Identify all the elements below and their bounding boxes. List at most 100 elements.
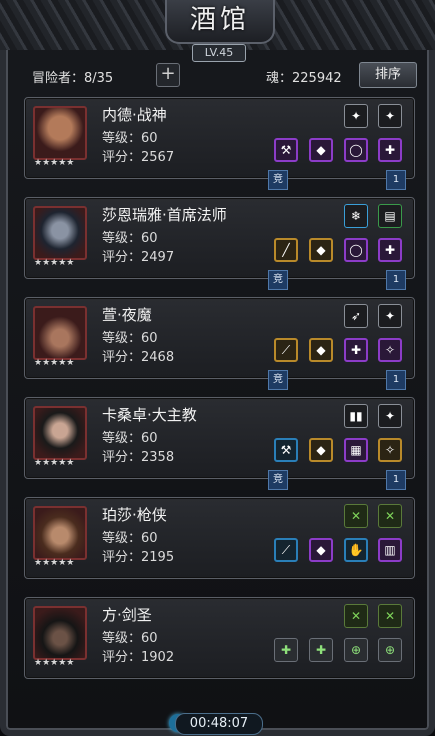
skill-slot[interactable]: ✕	[344, 504, 368, 528]
claw-icon: ✦	[350, 109, 362, 123]
skill-slot[interactable]: ✕	[378, 604, 402, 628]
chest-icon: ▦	[350, 443, 362, 457]
hero-score: 评分：1902	[102, 650, 175, 665]
hero-card[interactable]: ★★★★★ 方·剑圣 等级：60 评分：1902 ✕ ✕ ✚ ✚ ⊕ ⊕	[24, 597, 415, 679]
equip-slot[interactable]: ✧	[378, 338, 402, 362]
top-bar: 冒险者：8/35 + 魂：225942 排序	[8, 62, 427, 88]
equip-slot[interactable]: ◆	[309, 138, 333, 162]
hero-level: 等级：60	[102, 131, 158, 146]
hero-level: 等级：60	[102, 331, 158, 346]
star-rating: ★★★★★	[34, 558, 75, 568]
bracer-icon: ▥	[384, 543, 396, 557]
skill-slot[interactable]: ✕	[344, 604, 368, 628]
hero-score: 评分：2468	[102, 350, 175, 365]
amulet-icon: ✚	[384, 143, 396, 157]
blade-icon: ⟋	[281, 342, 291, 357]
staff-icon: ╱	[282, 243, 290, 257]
equip-slot[interactable]: ⚒	[274, 138, 298, 162]
skill-slot[interactable]: ▮▮	[344, 404, 368, 428]
skill-slot[interactable]: ✦	[378, 104, 402, 128]
equip-slot[interactable]: ▦	[344, 438, 368, 462]
hero-level: 等级：60	[102, 231, 158, 246]
hero-card[interactable]: ★★★★★ 珀莎·枪侠 等级：60 评分：2195 ✕ ✕ ⟋ ◆ ✋ ▥	[24, 497, 415, 579]
equip-slot[interactable]: ◆	[309, 238, 333, 262]
armor-icon: ◆	[316, 543, 326, 557]
rank-tab[interactable]: 1	[386, 270, 406, 290]
skill-slot[interactable]: ▤	[378, 204, 402, 228]
star-rating: ★★★★★	[34, 458, 75, 468]
skill-slot[interactable]: ➶	[344, 304, 368, 328]
soul-count: 魂：225942	[266, 71, 342, 86]
sort-button[interactable]: 排序	[359, 62, 417, 88]
arena-tab[interactable]: 竞	[268, 470, 288, 490]
equip-slot[interactable]: ◆	[309, 338, 333, 362]
equip-slot[interactable]: ▥	[378, 538, 402, 562]
hero-score: 评分：2567	[102, 150, 175, 165]
arena-tab[interactable]: 竞	[268, 170, 288, 190]
amulet-icon: ✚	[350, 343, 362, 357]
rank-tab[interactable]: 1	[386, 170, 406, 190]
cross-swords-icon: ✕	[350, 509, 362, 523]
equip-slot[interactable]: ◯	[344, 138, 368, 162]
skill-slot[interactable]: ✦	[344, 104, 368, 128]
equip-slot[interactable]: ⟋	[274, 338, 298, 362]
skill-slot[interactable]: ✦	[378, 404, 402, 428]
equip-slot[interactable]: ⟋	[274, 538, 298, 562]
charm-icon: ✧	[384, 343, 396, 357]
hero-name: 珀莎·枪侠	[102, 506, 167, 524]
equip-slot-empty[interactable]: ✚	[309, 638, 333, 662]
hero-portrait	[33, 106, 87, 160]
ring-icon: ◯	[349, 243, 363, 257]
hero-card[interactable]: ★★★★★ 卡桑卓·大主教 等级：60 评分：2358 ▮▮ ✦ ⚒ ◆ ▦ ✧	[24, 397, 415, 479]
rank-tab[interactable]: 1	[386, 370, 406, 390]
page-title: 酒馆	[189, 5, 250, 35]
hero-level: 等级：60	[102, 631, 158, 646]
equip-slot-empty[interactable]: ⊕	[344, 638, 368, 662]
player-level-badge: LV.45	[192, 44, 246, 62]
equip-slot[interactable]: ✚	[378, 138, 402, 162]
hero-score: 评分：2195	[102, 550, 175, 565]
sword-icon: ✚	[280, 643, 292, 657]
equip-slot[interactable]: ✚	[378, 238, 402, 262]
hero-card[interactable]: ★★★★★ 内德·战神 等级：60 评分：2567 ✦ ✦ ⚒ ◆ ◯ ✚	[24, 97, 415, 179]
arena-tab[interactable]: 竞	[268, 370, 288, 390]
equip-slot-empty[interactable]: ⊕	[378, 638, 402, 662]
feather-icon: ➶	[350, 309, 362, 323]
arena-tab[interactable]: 竞	[268, 270, 288, 290]
hero-name: 莎恩瑞雅·首席法师	[102, 206, 227, 224]
equip-slot[interactable]: ✋	[344, 538, 368, 562]
claw-icon: ✦	[384, 309, 396, 323]
hero-portrait	[33, 306, 87, 360]
equip-slot[interactable]: ⚒	[274, 438, 298, 462]
plus-icon: +	[160, 63, 176, 84]
hero-card[interactable]: ★★★★★ 莎恩瑞雅·首席法师 等级：60 评分：2497 ❄ ▤ ╱ ◆ ◯ …	[24, 197, 415, 279]
skill-slot[interactable]: ✕	[378, 504, 402, 528]
star-rating: ★★★★★	[34, 658, 75, 668]
equip-slot[interactable]: ◆	[309, 538, 333, 562]
add-adventurer-button[interactable]: +	[156, 63, 180, 87]
armor-icon: ◆	[316, 343, 326, 357]
equip-slot[interactable]: ╱	[274, 238, 298, 262]
hero-level: 等级：60	[102, 531, 158, 546]
hero-card[interactable]: ★★★★★ 萱·夜魔 等级：60 评分：2468 ➶ ✦ ⟋ ◆ ✚ ✧	[24, 297, 415, 379]
axe-icon: ⚒	[280, 143, 292, 157]
hero-name: 方·剑圣	[102, 606, 152, 624]
gun-icon: ⟋	[281, 542, 291, 557]
adventurer-count: 冒险者：8/35	[32, 71, 114, 86]
ring-icon: ◯	[349, 143, 363, 157]
hero-portrait	[33, 606, 87, 660]
skill-slot[interactable]: ❄	[344, 204, 368, 228]
equip-slot[interactable]: ✚	[344, 338, 368, 362]
ice-icon: ❄	[350, 209, 362, 223]
skill-slot[interactable]: ✦	[378, 304, 402, 328]
hero-name: 内德·战神	[102, 106, 167, 124]
glove-icon: ✋	[348, 543, 364, 557]
equip-slot-empty[interactable]: ✚	[274, 638, 298, 662]
equip-slot[interactable]: ✧	[378, 438, 402, 462]
equip-slot[interactable]: ◆	[309, 438, 333, 462]
charm-icon: ✧	[384, 443, 396, 457]
equip-slot[interactable]: ◯	[344, 238, 368, 262]
rank-tab[interactable]: 1	[386, 470, 406, 490]
cross-swords-icon: ✕	[350, 609, 362, 623]
scroll-icon: ▤	[384, 209, 396, 223]
